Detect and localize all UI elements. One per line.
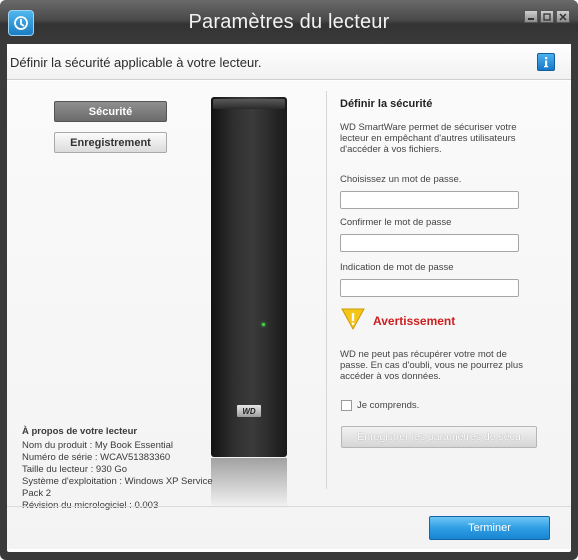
warning-title: Avertissement — [373, 314, 456, 328]
window-title: Paramètres du lecteur — [188, 11, 390, 33]
maximize-icon[interactable] — [540, 10, 554, 23]
wd-logo: WD — [237, 405, 261, 417]
subheader-text: Définir la sécurité applicable à votre l… — [10, 55, 262, 70]
about-os: Système d'exploitation : Windows XP Serv… — [22, 476, 213, 499]
warning-text: WD ne peut pas récupérer votre mot de pa… — [340, 349, 523, 382]
about-drive-panel: À propos de votre lecteur Nom du produit… — [22, 426, 232, 512]
window-controls — [524, 10, 570, 23]
subheader: Définir la sécurité applicable à votre l… — [7, 44, 571, 80]
panel-divider — [326, 91, 327, 489]
password-hint-field[interactable] — [340, 279, 519, 297]
content-area: Sécurité Enregistrement WD À propos de v… — [7, 81, 571, 549]
about-serial-number: Numéro de série : WCAV51383360 — [22, 452, 171, 463]
security-description: WD SmartWare permet de sécuriser votre l… — [340, 122, 517, 155]
confirm-password-label: Confirmer le mot de passe — [340, 217, 452, 228]
about-drive-size: Taille du lecteur : 930 Go — [22, 464, 128, 475]
password-label: Choisissez un mot de passe. — [340, 174, 462, 185]
understand-checkbox[interactable] — [341, 400, 352, 411]
minimize-icon[interactable] — [524, 10, 538, 23]
nav-registration-button[interactable]: Enregistrement — [54, 132, 167, 153]
nav-security-button[interactable]: Sécurité — [54, 101, 167, 122]
password-hint-label: Indication de mot de passe — [340, 262, 454, 273]
settings-window: Paramètres du lecteur Définir la sécurit… — [0, 0, 578, 560]
warning-icon — [340, 307, 366, 331]
about-title: À propos de votre lecteur — [22, 426, 138, 437]
about-product-name: Nom du produit : My Book Essential — [22, 440, 174, 451]
drive-image: WD — [211, 97, 287, 457]
security-title: Définir la sécurité — [340, 98, 433, 110]
close-icon[interactable] — [556, 10, 570, 23]
title-bar[interactable]: Paramètres du lecteur — [0, 0, 578, 44]
password-field[interactable] — [340, 191, 519, 209]
understand-checkbox-label: Je comprends. — [357, 400, 420, 411]
window-client-area: Définir la sécurité applicable à votre l… — [7, 44, 571, 552]
confirm-password-field[interactable] — [340, 234, 519, 252]
save-security-settings-button[interactable]: Enregistrer les paramètres de sécu — [341, 426, 537, 448]
drive-top — [213, 99, 285, 109]
footer-divider — [7, 506, 571, 507]
drive-led — [262, 323, 265, 326]
finish-button[interactable]: Terminer — [429, 516, 550, 540]
info-icon[interactable] — [537, 53, 555, 71]
